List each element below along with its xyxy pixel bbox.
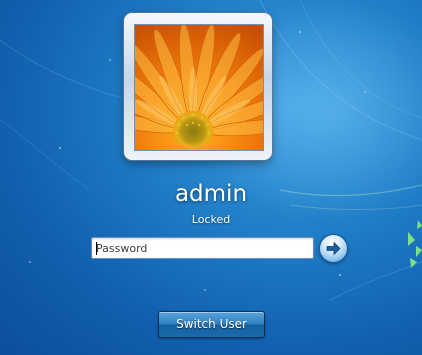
submit-button[interactable] bbox=[319, 234, 348, 263]
text-caret bbox=[96, 242, 97, 255]
arrow-right-icon bbox=[326, 242, 341, 255]
account-status: Locked bbox=[191, 213, 231, 226]
switch-user-button[interactable]: Switch User bbox=[158, 311, 265, 338]
flower-picture-icon bbox=[135, 25, 263, 150]
user-tile bbox=[124, 13, 272, 160]
password-input[interactable] bbox=[96, 239, 308, 257]
user-name: admin bbox=[174, 181, 248, 207]
password-field[interactable] bbox=[91, 237, 314, 259]
user-tile-picture bbox=[134, 24, 264, 151]
